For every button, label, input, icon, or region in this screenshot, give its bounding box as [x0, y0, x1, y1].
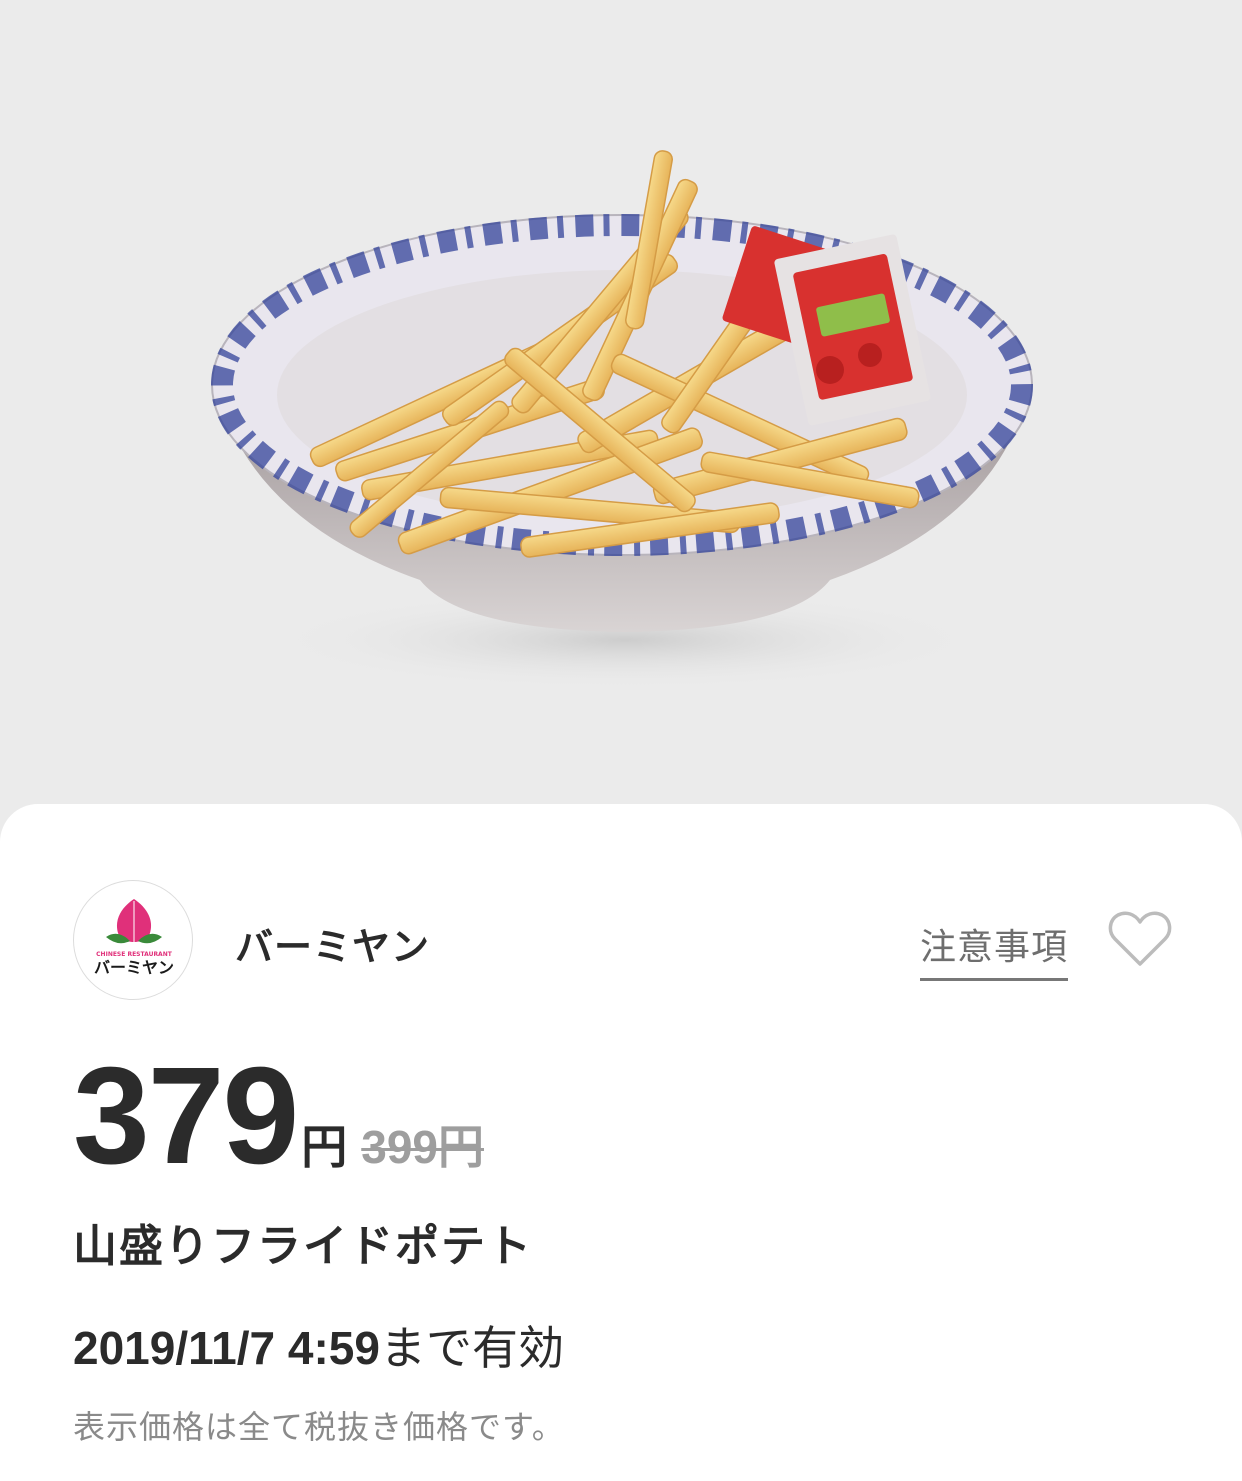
heart-outline-icon	[1108, 911, 1172, 966]
shop-header: CHINESE RESTAURANT バーミヤン バーミヤン 注意事項	[73, 880, 1173, 1002]
notes-link[interactable]: 注意事項	[920, 918, 1069, 981]
hero-image	[0, 0, 1242, 830]
sale-price: 379	[73, 1039, 299, 1193]
valid-suffix: まで有効	[379, 1321, 564, 1375]
favorite-button[interactable]	[1107, 908, 1173, 970]
valid-date: 2019/11/7 4:59	[73, 1322, 380, 1374]
original-price: 399円	[361, 1121, 484, 1173]
price-unit: 円	[301, 1120, 348, 1174]
tax-note: 表示価格は全て税抜き価格です。	[73, 1408, 565, 1446]
validity: 2019/11/7 4:59まで有効	[73, 1312, 564, 1378]
shop-name[interactable]: バーミヤン	[235, 916, 430, 971]
logo-name: バーミヤン	[94, 958, 174, 977]
shop-logo[interactable]: CHINESE RESTAURANT バーミヤン	[73, 880, 193, 1000]
logo-tagline: CHINESE RESTAURANT	[96, 951, 173, 958]
item-name: 山盛りフライドポテト	[73, 1221, 533, 1272]
fries-plate-image	[211, 150, 1033, 690]
bamiyan-logo-icon: CHINESE RESTAURANT バーミヤン	[94, 899, 174, 977]
price-row: 379円 399円	[73, 1046, 484, 1186]
